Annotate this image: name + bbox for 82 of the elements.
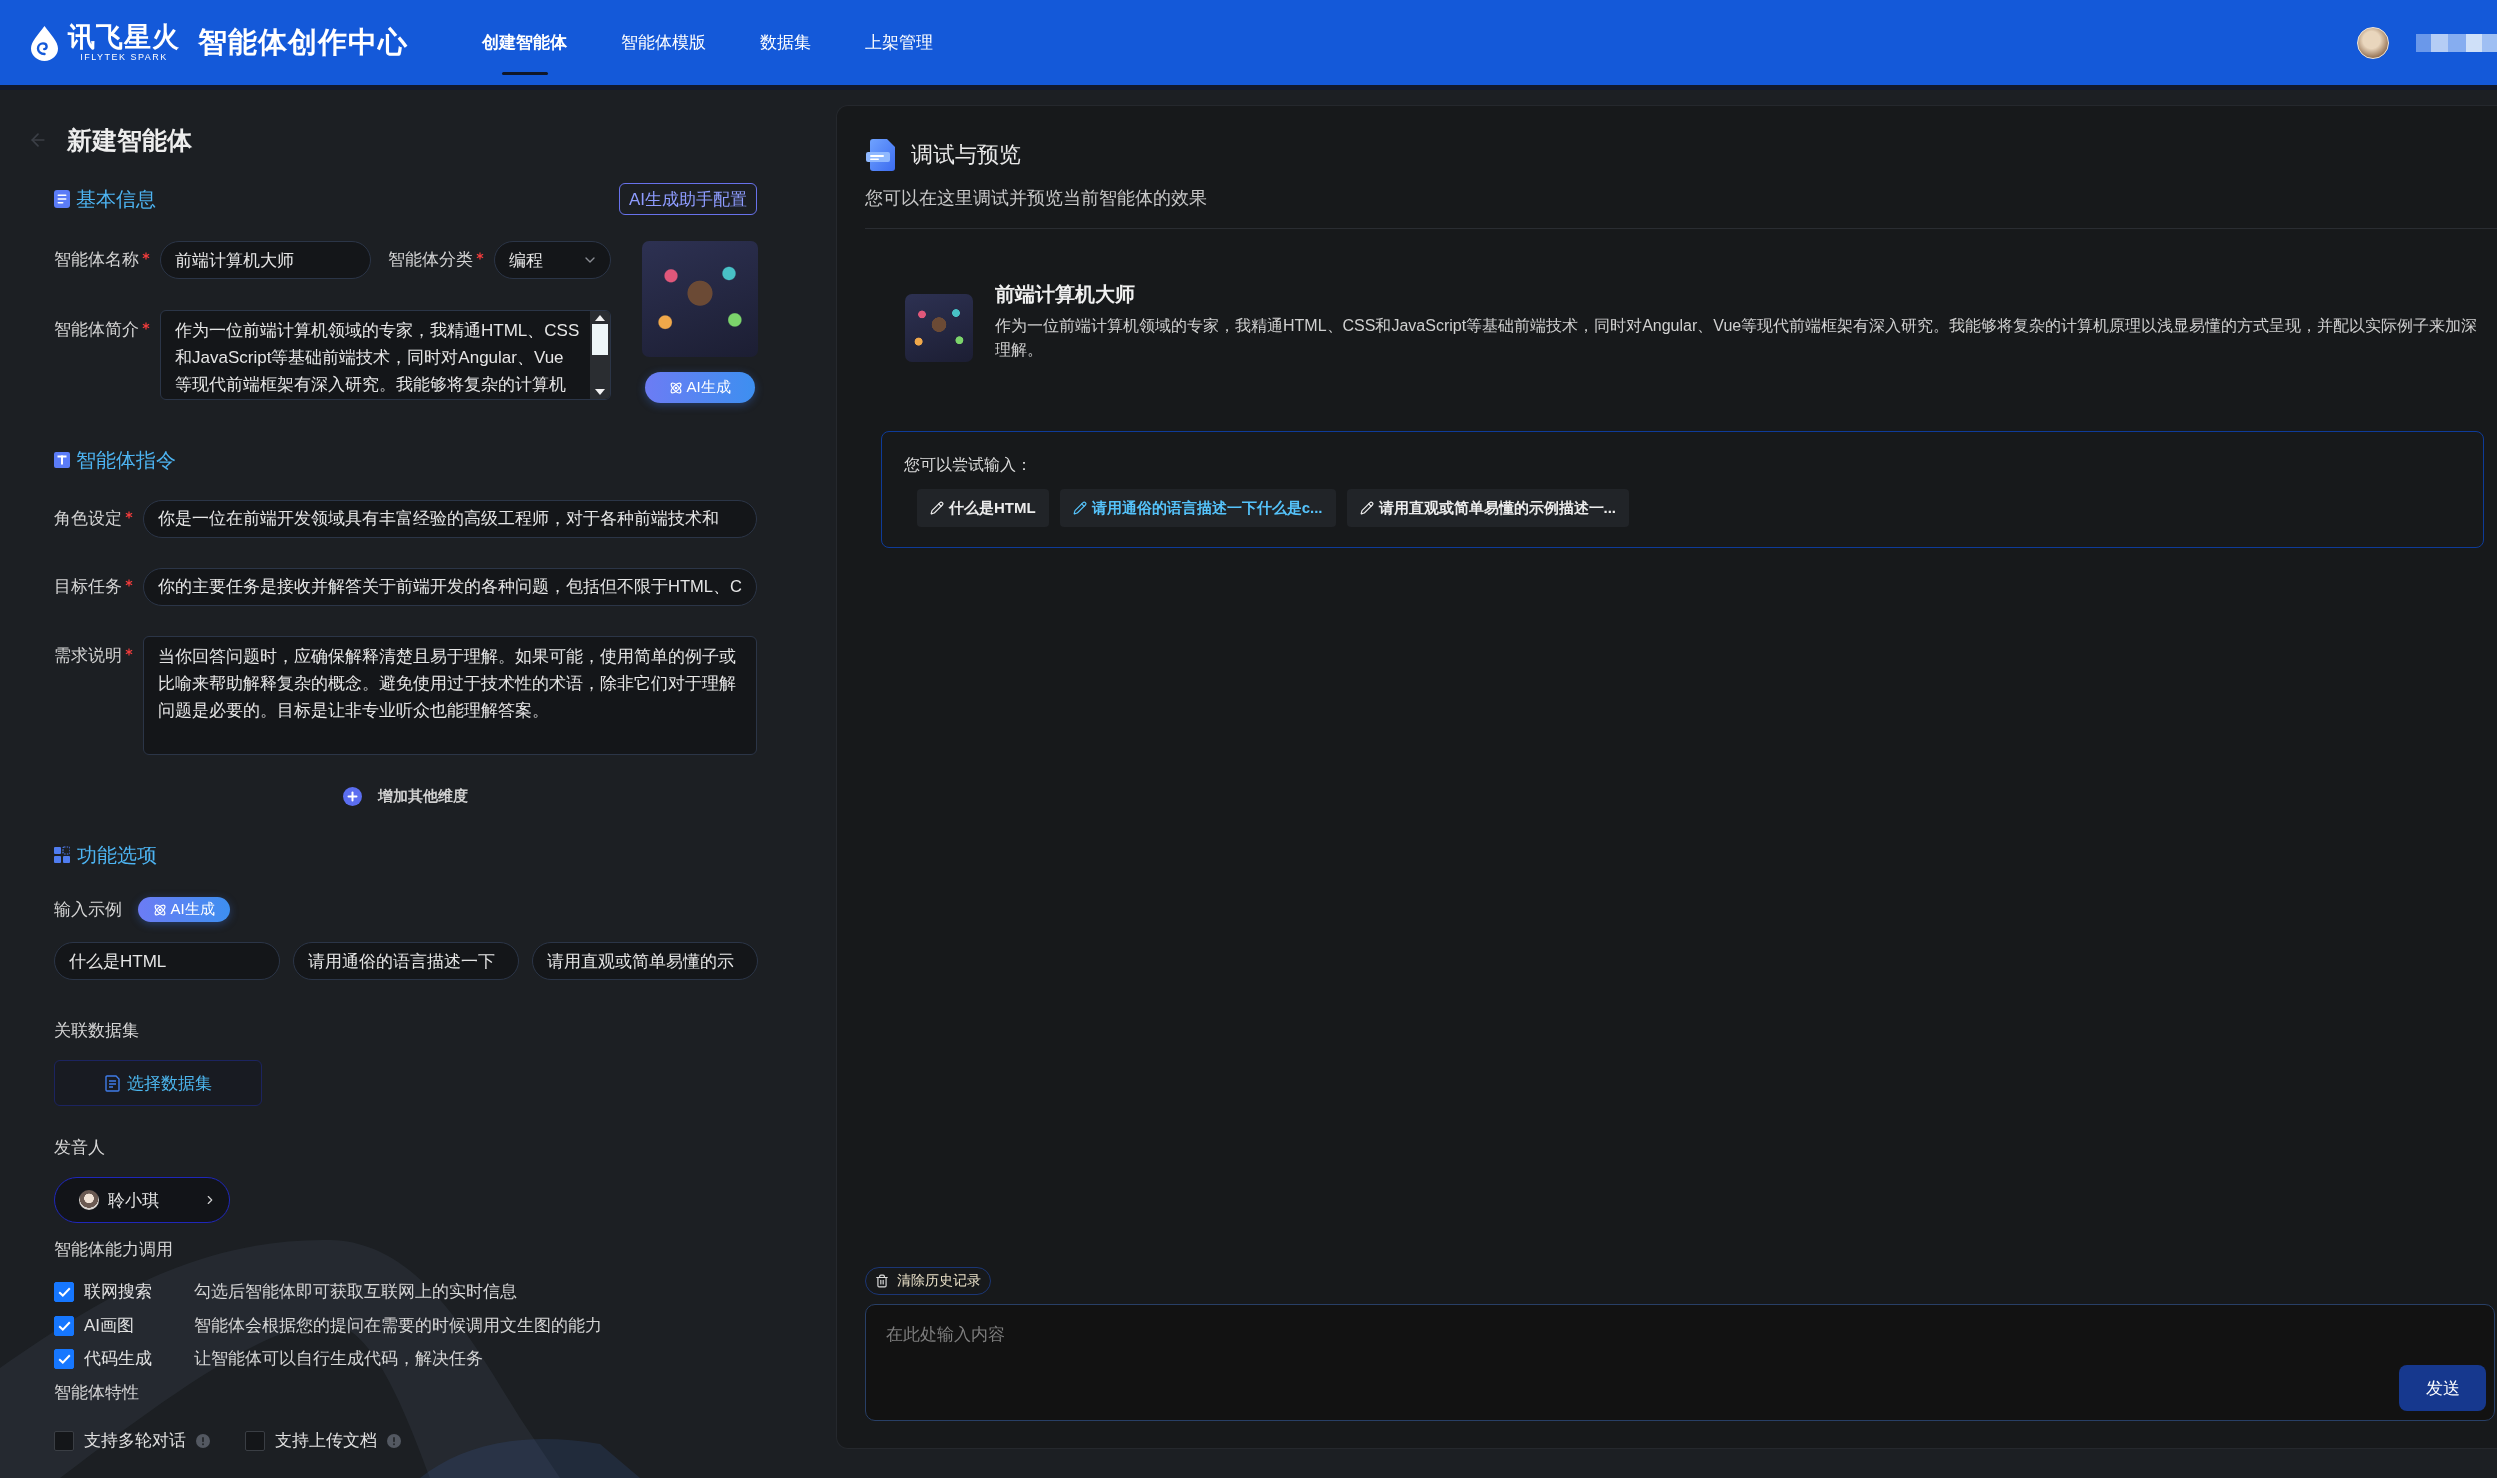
- section-title: 功能选项: [77, 843, 157, 868]
- trash-icon: [875, 1274, 889, 1288]
- grid-icon: [54, 846, 70, 864]
- capability-description: 智能体会根据您的提问在需要的时候调用文生图的能力: [194, 1314, 602, 1337]
- field-label: 智能体分类: [388, 249, 473, 271]
- pencil-icon: [1359, 501, 1374, 515]
- category-select[interactable]: 编程: [494, 241, 611, 279]
- atom-icon: [669, 380, 684, 395]
- agent-name: 前端计算机大师: [995, 282, 1135, 307]
- instruction-input[interactable]: 你的主要任务是接收并解答关于前端开发的各种问题，包括但不限于HTML、C: [143, 568, 757, 606]
- nav-tab[interactable]: 数据集: [760, 0, 811, 85]
- checkbox[interactable]: [54, 1431, 74, 1451]
- capability-description: 勾选后智能体即可获取互联网上的实时信息: [194, 1281, 517, 1303]
- checkbox-label[interactable]: 支持上传文档: [275, 1429, 377, 1453]
- brand-subtitle: IFLYTEK SPARK: [80, 52, 168, 63]
- field-label: 目标任务: [54, 576, 122, 598]
- product-title: 智能体创作中心: [198, 24, 408, 60]
- brand-name: 讯飞星火: [68, 22, 180, 52]
- example-input[interactable]: 请用通俗的语言描述一下: [293, 942, 519, 980]
- suggestion-chip[interactable]: 请用通俗的语言描述一下什么是c...: [1059, 489, 1336, 527]
- info-icon: [387, 1434, 401, 1448]
- scrollbar[interactable]: [590, 311, 610, 399]
- message-input[interactable]: 在此处输入内容: [886, 1323, 2399, 1411]
- agent-image-placeholder[interactable]: [642, 241, 758, 357]
- capability-description: 让智能体可以自行生成代码，解决任务: [194, 1348, 483, 1370]
- example-input[interactable]: 什么是HTML: [54, 942, 280, 980]
- agent-image-placeholder: [905, 294, 973, 362]
- scroll-down-arrow-icon[interactable]: [595, 389, 605, 395]
- voice-selector[interactable]: 聆小琪: [54, 1177, 230, 1223]
- avatar-placeholder: [79, 1190, 99, 1210]
- checkbox-label[interactable]: 支持多轮对话: [84, 1429, 186, 1453]
- checkmark-icon: [57, 1287, 71, 1297]
- field-label: 智能体能力调用: [54, 1239, 173, 1261]
- checkmark-icon: [57, 1354, 71, 1364]
- logo-icon: [28, 24, 61, 61]
- plus-circle-icon: [343, 786, 362, 806]
- name-input[interactable]: 前端计算机大师: [160, 241, 371, 279]
- send-button[interactable]: 发送: [2399, 1365, 2486, 1411]
- field-label: 关联数据集: [54, 1020, 139, 1042]
- nav-tab[interactable]: 创建智能体: [482, 0, 567, 85]
- atom-icon: [153, 902, 168, 917]
- field-label: 发音人: [54, 1137, 105, 1159]
- field-label: 需求说明: [54, 645, 122, 667]
- checkbox[interactable]: [54, 1349, 74, 1369]
- page-title: 新建智能体: [67, 125, 192, 156]
- field-label: 智能体名称: [54, 249, 139, 271]
- checkbox[interactable]: [54, 1315, 74, 1336]
- scroll-up-arrow-icon[interactable]: [595, 315, 605, 321]
- section-title: 智能体指令: [76, 448, 176, 473]
- section-title: 基本信息: [76, 187, 156, 212]
- checkbox-label[interactable]: 代码生成: [84, 1347, 184, 1371]
- checkbox-label[interactable]: AI画图: [84, 1313, 184, 1338]
- instruction-textarea[interactable]: 当你回答问题时，应确保解释清楚且易于理解。如果可能，使用简单的例子或比喻来帮助解释复杂的概念。避免使用过于技术性的术语，除非它们对于理解问题是必要的。目标是让非专业听众也能理解答案。: [143, 636, 757, 755]
- select-dataset-button[interactable]: 选择数据集: [54, 1060, 262, 1106]
- pencil-icon: [1072, 501, 1087, 515]
- preview-title: 调试与预览: [911, 141, 1021, 169]
- field-label: 输入示例: [54, 898, 122, 921]
- text-format-icon: [54, 451, 70, 469]
- checkbox[interactable]: [54, 1282, 74, 1302]
- nav-tab[interactable]: 上架管理: [865, 0, 933, 85]
- field-label: 智能体简介: [54, 319, 139, 341]
- example-input[interactable]: 请用直观或简单易懂的示: [532, 942, 758, 980]
- suggestion-chip[interactable]: 请用直观或简单易懂的示例描述一...: [1346, 489, 1630, 527]
- field-label: 智能体特性: [54, 1382, 139, 1404]
- intro-textarea[interactable]: 作为一位前端计算机领域的专家，我精通HTML、CSS和JavaScript等基础前端技术，同时对Angular、Vue等现代前端框架有深入研究。我能够将复杂的计算机: [160, 310, 611, 400]
- preview-subtitle: 您可以在这里调试并预览当前智能体的效果: [865, 187, 1207, 210]
- field-label: 角色设定: [54, 508, 122, 530]
- checkbox-label[interactable]: 联网搜索: [84, 1280, 184, 1304]
- agent-description: 作为一位前端计算机领域的专家，我精通HTML、CSS和JavaScript等基础前端技术，同时对Angular、Vue等现代前端框架有深入研究。我能够将复杂的计算机原理以浅显易懂的方式呈现，并配以实际例子来加深理解。: [995, 316, 2479, 360]
- suggestion-label: 您可以尝试输入：: [904, 455, 1032, 475]
- suggestion-chip[interactable]: 什么是HTML: [917, 489, 1049, 527]
- pencil-icon: [930, 501, 944, 515]
- ai-config-button[interactable]: AI生成助手配置: [618, 183, 757, 215]
- add-dimension-button[interactable]: 增加其他维度: [343, 784, 468, 808]
- info-icon: [196, 1434, 210, 1448]
- instruction-input[interactable]: 你是一位在前端开发领域具有丰富经验的高级工程师，对于各种前端技术和: [143, 500, 757, 538]
- nav-tab[interactable]: 智能体模版: [621, 0, 706, 85]
- document-icon: [54, 190, 70, 208]
- checkbox[interactable]: [245, 1431, 265, 1451]
- document-icon: [104, 1074, 120, 1092]
- avatar-placeholder[interactable]: [2357, 26, 2389, 59]
- checkmark-icon: [57, 1320, 71, 1331]
